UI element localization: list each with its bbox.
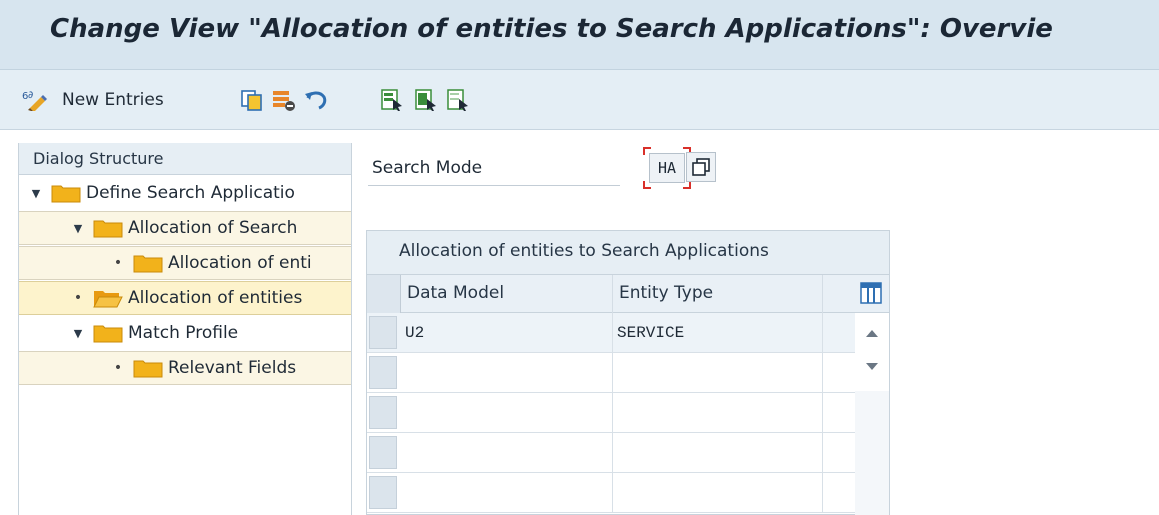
- scroll-down-icon[interactable]: [866, 363, 878, 370]
- cell-data-model[interactable]: [401, 353, 613, 393]
- table-row[interactable]: [367, 433, 855, 473]
- cell-entity-type[interactable]: [613, 473, 823, 513]
- tree-item-define-search-application[interactable]: ▼ Define Search Applicatio: [19, 176, 351, 210]
- search-mode-field[interactable]: HA: [649, 153, 685, 183]
- tree-item-label: Match Profile: [128, 323, 239, 343]
- scrollbar-track[interactable]: [855, 391, 889, 515]
- new-entries-label: New Entries: [62, 90, 164, 110]
- select-block-icon[interactable]: [414, 88, 438, 112]
- svg-text:∂: ∂: [28, 90, 33, 101]
- window-title: Change View "Allocation of entities to S…: [50, 14, 1053, 44]
- open-folder-icon: [93, 291, 123, 308]
- tree-item-allocation-of-entities[interactable]: • Allocation of entities: [19, 281, 351, 315]
- application-toolbar: 6 ∂ New Entries: [0, 70, 1159, 130]
- folder-icon: [93, 220, 123, 238]
- dialog-structure-header: Dialog Structure: [19, 143, 351, 175]
- tree-item-label: Define Search Applicatio: [86, 183, 295, 203]
- tree-item-label: Relevant Fields: [168, 358, 297, 378]
- row-selector[interactable]: [369, 356, 397, 389]
- copy-value-icon[interactable]: [686, 152, 716, 182]
- row-selector[interactable]: [369, 316, 397, 349]
- tree-item-allocation-of-enti[interactable]: • Allocation of enti: [19, 246, 351, 280]
- copy-as-icon[interactable]: [240, 88, 264, 112]
- tree-item-label: Allocation of Search: [128, 218, 298, 238]
- undo-change-icon[interactable]: [304, 88, 328, 112]
- cell-data-model[interactable]: [401, 393, 613, 433]
- tree-item-relevant-fields[interactable]: • Relevant Fields: [19, 351, 351, 385]
- cell-entity-type[interactable]: SERVICE: [613, 313, 823, 353]
- bullet-icon: •: [113, 255, 123, 271]
- caret-down-icon[interactable]: ▼: [71, 222, 85, 235]
- column-header-row: Data Model Entity Type: [367, 275, 889, 313]
- focus-corner: [643, 147, 651, 155]
- caret-down-icon[interactable]: ▼: [29, 187, 43, 200]
- table-row[interactable]: [367, 353, 855, 393]
- entities-table: Allocation of entities to Search Applica…: [366, 230, 890, 515]
- tree-item-label: Allocation of enti: [168, 253, 312, 273]
- row-selector[interactable]: [369, 436, 397, 469]
- cell-entity-type[interactable]: [613, 393, 823, 433]
- table-title: Allocation of entities to Search Applica…: [367, 231, 889, 275]
- cell-data-model[interactable]: [401, 433, 613, 473]
- search-mode-label: Search Mode: [372, 158, 483, 178]
- bullet-icon: •: [113, 360, 123, 376]
- new-entries-button[interactable]: 6 ∂ New Entries: [22, 84, 164, 116]
- select-all-icon[interactable]: [380, 88, 404, 112]
- row-selector[interactable]: [369, 476, 397, 509]
- cell-entity-type[interactable]: [613, 353, 823, 393]
- folder-icon: [93, 325, 123, 343]
- table-row[interactable]: [367, 473, 855, 513]
- delete-icon[interactable]: [272, 88, 296, 112]
- table-row[interactable]: [367, 393, 855, 433]
- tree-item-label: Allocation of entities: [128, 288, 303, 308]
- scroll-up-icon[interactable]: [866, 330, 878, 337]
- row-selector[interactable]: [369, 396, 397, 429]
- table-settings-icon[interactable]: [859, 281, 883, 305]
- tree-item-allocation-of-search[interactable]: ▼ Allocation of Search: [19, 211, 351, 245]
- focus-corner: [683, 181, 691, 189]
- focus-corner: [643, 181, 651, 189]
- cell-data-model[interactable]: U2: [401, 313, 613, 353]
- cell-data-model[interactable]: [401, 473, 613, 513]
- folder-icon: [51, 185, 81, 203]
- title-bar: Change View "Allocation of entities to S…: [0, 0, 1159, 70]
- tree-item-match-profile[interactable]: ▼ Match Profile: [19, 316, 351, 350]
- folder-icon: [133, 360, 163, 378]
- field-underline: [368, 185, 620, 186]
- dialog-structure-panel: Dialog Structure ▼ Define Search Applica…: [18, 143, 352, 515]
- cell-entity-type[interactable]: [613, 433, 823, 473]
- column-header-data-model[interactable]: Data Model: [401, 275, 613, 313]
- table-row[interactable]: U2 SERVICE: [367, 313, 855, 353]
- column-header-entity-type[interactable]: Entity Type: [613, 275, 823, 313]
- select-all-cell[interactable]: [367, 275, 401, 313]
- caret-down-icon[interactable]: ▼: [71, 327, 85, 340]
- bullet-icon: •: [73, 290, 83, 306]
- display-change-icon: 6 ∂: [22, 90, 47, 111]
- deselect-all-icon[interactable]: [446, 88, 470, 112]
- folder-icon: [133, 255, 163, 273]
